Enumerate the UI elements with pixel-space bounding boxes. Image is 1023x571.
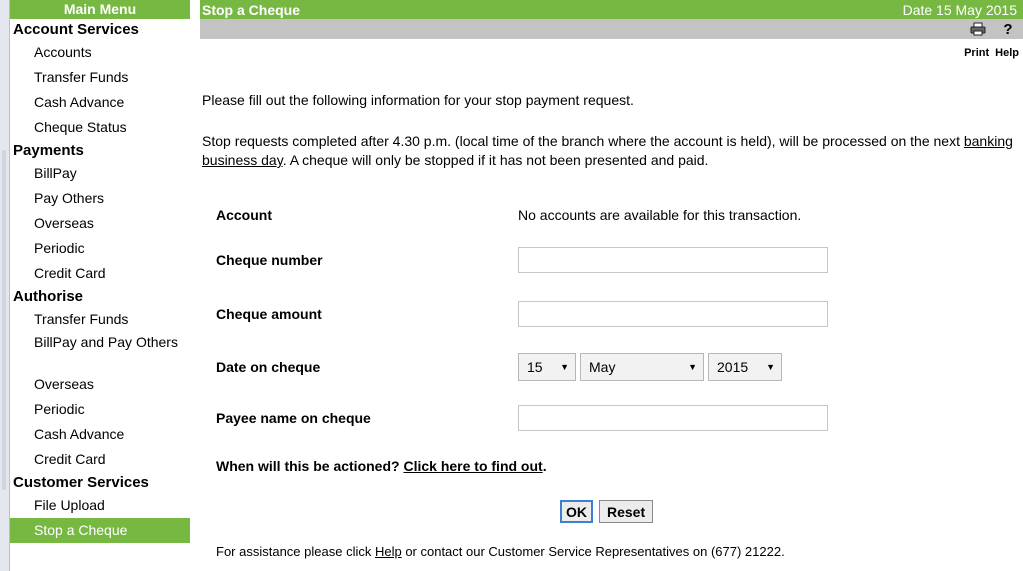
section-customer-services: Customer Services (13, 474, 149, 491)
sidebar-item-overseas[interactable]: Overseas (10, 211, 190, 236)
day-select[interactable]: 15 ▼ (518, 353, 576, 381)
sidebar-item-authorise-cash-advance[interactable]: Cash Advance (10, 422, 190, 447)
sidebar-item-authorise-credit-card[interactable]: Credit Card (10, 447, 190, 472)
cheque-amount-label: Cheque amount (216, 306, 322, 322)
actioned-info: When will this be actioned? Click here t… (216, 458, 547, 474)
intro-text: Please fill out the following informatio… (202, 92, 634, 108)
main-menu-header: Main Menu (10, 0, 190, 19)
toolbar: ? (200, 19, 1023, 39)
main-content: Stop a Cheque Date 15 May 2015 ? Print H… (200, 0, 1023, 571)
sidebar-item-authorise-transfer-funds[interactable]: Transfer Funds (10, 307, 190, 332)
assist-after: or contact our Customer Service Represen… (401, 544, 785, 559)
find-out-link[interactable]: Click here to find out (403, 458, 542, 474)
chevron-down-icon: ▼ (560, 362, 569, 372)
sidebar-item-accounts[interactable]: Accounts (10, 40, 190, 65)
chevron-down-icon: ▼ (688, 362, 697, 372)
notice-text-before: Stop requests completed after 4.30 p.m. … (202, 133, 964, 149)
day-value: 15 (527, 359, 543, 375)
year-select[interactable]: 2015 ▼ (708, 353, 782, 381)
payee-label: Payee name on cheque (216, 410, 371, 426)
section-authorise: Authorise (13, 288, 84, 305)
toolbar-labels: Print Help (200, 39, 1023, 59)
sidebar-menu: Account Services Accounts Transfer Funds… (10, 19, 190, 543)
cheque-amount-row: Cheque amount (216, 299, 1016, 329)
account-label: Account (216, 207, 272, 223)
actioned-end: . (542, 458, 547, 474)
page-titlebar: Stop a Cheque Date 15 May 2015 (200, 0, 1023, 19)
month-select[interactable]: May ▼ (580, 353, 704, 381)
cheque-number-row: Cheque number (216, 245, 1016, 275)
sidebar-item-cash-advance[interactable]: Cash Advance (10, 90, 190, 115)
window-edge-scrollbar[interactable] (0, 0, 10, 571)
cheque-number-label: Cheque number (216, 252, 323, 268)
cheque-number-input[interactable] (518, 247, 828, 273)
help-link[interactable]: Help (995, 47, 1019, 59)
sidebar-item-stop-a-cheque[interactable]: Stop a Cheque (10, 518, 190, 543)
question-icon[interactable]: ? (999, 20, 1017, 38)
date-on-cheque-label: Date on cheque (216, 359, 321, 375)
assistance-text: For assistance please click Help or cont… (216, 544, 785, 559)
sidebar-item-pay-others[interactable]: Pay Others (10, 186, 190, 211)
current-date: Date 15 May 2015 (902, 1, 1017, 18)
actioned-text: When will this be actioned? (216, 458, 404, 474)
scrollbar-thumb[interactable] (2, 150, 6, 490)
page-title: Stop a Cheque (202, 1, 301, 18)
date-on-cheque-row: Date on cheque 15 ▼ May ▼ 2015 ▼ (216, 352, 1016, 382)
year-value: 2015 (717, 359, 749, 375)
sidebar-item-authorise-periodic[interactable]: Periodic (10, 397, 190, 422)
payee-name-input[interactable] (518, 405, 828, 431)
account-row: Account No accounts are available for th… (216, 200, 1016, 230)
month-value: May (589, 359, 616, 375)
chevron-down-icon: ▼ (766, 362, 775, 372)
sidebar-item-periodic[interactable]: Periodic (10, 236, 190, 261)
help-inline-link[interactable]: Help (375, 544, 402, 559)
printer-icon[interactable] (969, 20, 987, 38)
sidebar-item-file-upload[interactable]: File Upload (10, 493, 190, 518)
reset-button[interactable]: Reset (599, 500, 654, 523)
sidebar-item-billpay[interactable]: BillPay (10, 161, 190, 186)
account-value: No accounts are available for this trans… (518, 207, 802, 223)
sidebar-item-cheque-status[interactable]: Cheque Status (10, 115, 190, 140)
assist-before: For assistance please click (216, 544, 375, 559)
notice-text-after: . A cheque will only be stopped if it ha… (282, 152, 709, 168)
sidebar: Main Menu Account Services Accounts Tran… (10, 0, 190, 571)
section-account-services: Account Services (13, 21, 139, 38)
print-link[interactable]: Print (964, 47, 989, 59)
ok-button[interactable]: OK (560, 500, 593, 523)
cheque-amount-input[interactable] (518, 301, 828, 327)
payee-row: Payee name on cheque (216, 403, 1016, 433)
form-buttons: OK Reset (560, 500, 654, 523)
sidebar-item-credit-card[interactable]: Credit Card (10, 261, 190, 286)
sidebar-item-authorise-overseas[interactable]: Overseas (10, 372, 190, 397)
section-payments: Payments (13, 142, 84, 159)
sidebar-item-billpay-and-pay-others[interactable]: BillPay and Pay Others (10, 332, 190, 372)
sidebar-item-transfer-funds[interactable]: Transfer Funds (10, 65, 190, 90)
cutoff-notice: Stop requests completed after 4.30 p.m. … (202, 132, 1020, 170)
